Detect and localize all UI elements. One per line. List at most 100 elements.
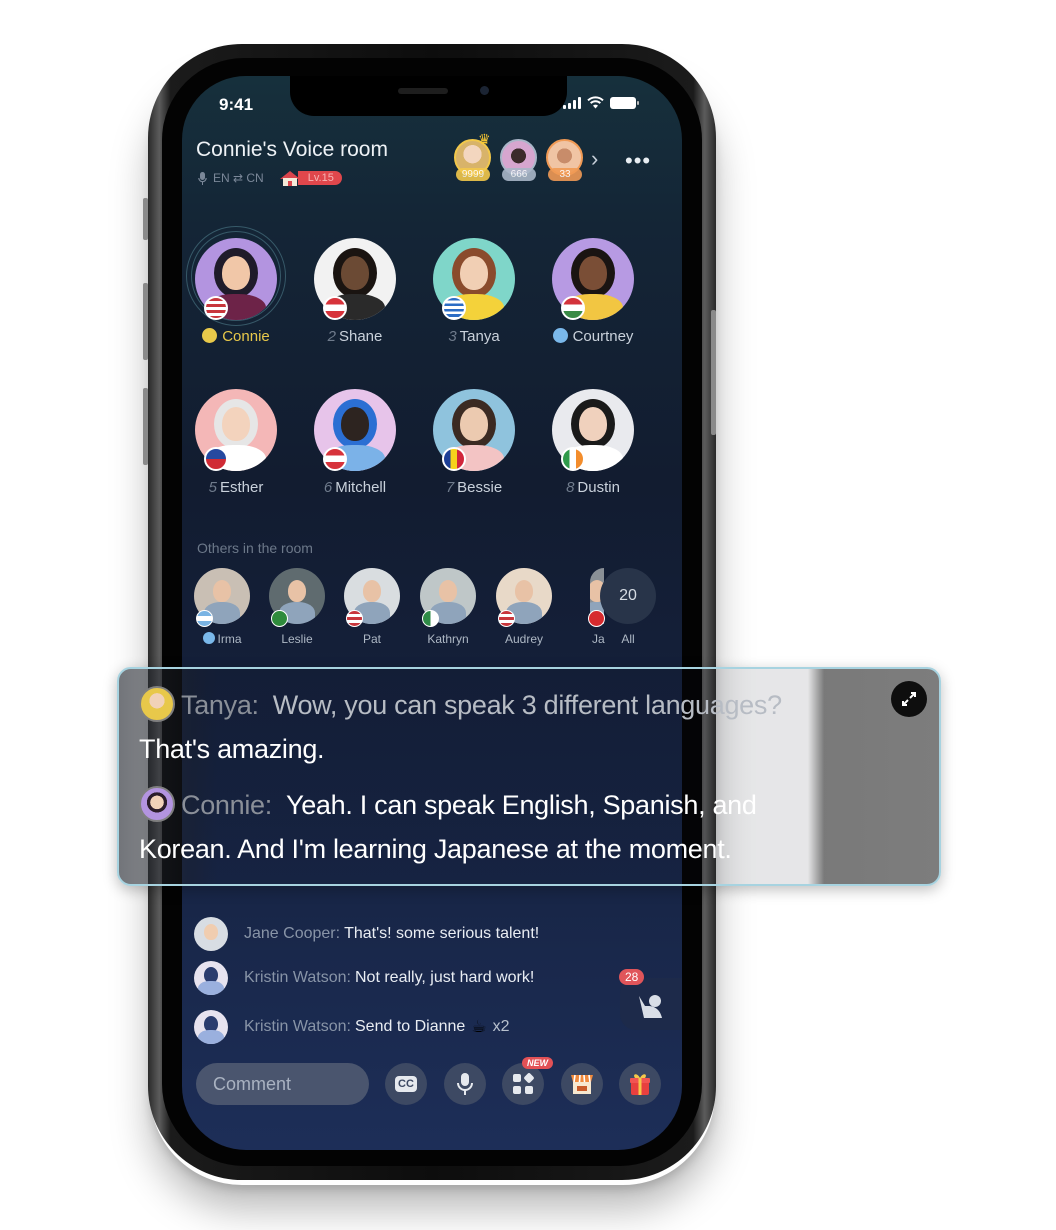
flag-li-icon bbox=[204, 447, 228, 471]
seat-number: 3 bbox=[448, 328, 457, 345]
captions-button[interactable]: CC bbox=[385, 1063, 427, 1105]
flag-ro-icon bbox=[442, 447, 466, 471]
chat-text: That's! some serious talent! bbox=[344, 925, 540, 942]
member-name-label: Audrey bbox=[486, 632, 562, 646]
microphone-button[interactable] bbox=[444, 1063, 486, 1105]
store-button[interactable] bbox=[561, 1063, 603, 1105]
speaker-name: Dustin bbox=[577, 479, 620, 496]
room-member[interactable]: Irma bbox=[184, 568, 260, 646]
caption-text-cont: That's amazing. bbox=[139, 734, 325, 764]
chat-user[interactable]: Jane Cooper: bbox=[244, 925, 340, 943]
speaker-name: Mitchell bbox=[335, 479, 387, 496]
speaker-seat[interactable]: 6 Mitchell bbox=[300, 389, 410, 496]
view-all-members-button[interactable]: 20 All bbox=[590, 568, 666, 646]
cc-icon: CC bbox=[395, 1076, 417, 1092]
speaker-name: Esther bbox=[219, 479, 264, 496]
chat-avatar bbox=[194, 1010, 228, 1044]
flag-at-icon bbox=[323, 296, 347, 320]
room-level-badge: Lv.15 bbox=[278, 170, 342, 186]
status-icons bbox=[563, 96, 639, 109]
speaker-seat[interactable]: 8 Dustin bbox=[538, 389, 648, 496]
top-fan-2[interactable]: 666 bbox=[500, 139, 538, 181]
gift-count: x2 bbox=[492, 1018, 510, 1035]
caption-line-connie: Connie: Yeah. I can speak English, Spanis… bbox=[139, 783, 869, 871]
coffee-gift-icon: ☕ bbox=[471, 1017, 487, 1036]
expand-icon bbox=[902, 692, 916, 706]
status-time: 9:41 bbox=[219, 95, 254, 114]
caption-text: Yeah. I can speak English, Spanish, and bbox=[285, 790, 757, 820]
volume-down-button bbox=[143, 388, 148, 465]
room-member[interactable]: Kathryn bbox=[410, 568, 486, 646]
caption-speaker: Tanya: bbox=[181, 690, 259, 720]
member-count: 20 bbox=[600, 568, 656, 624]
seat-number: 8 bbox=[566, 479, 575, 496]
more-options-icon[interactable]: ••• bbox=[625, 148, 651, 174]
top-fan-3[interactable]: 33 bbox=[546, 139, 584, 181]
wifi-icon bbox=[587, 96, 604, 109]
flag-at-icon bbox=[323, 447, 347, 471]
microphone-icon bbox=[457, 1073, 473, 1095]
speaker-seat[interactable]: 3 Tanya bbox=[419, 238, 529, 345]
volume-up-button bbox=[143, 283, 148, 360]
all-label: All bbox=[621, 632, 635, 646]
comment-input[interactable]: Comment bbox=[196, 1063, 369, 1105]
fan-count: 9999 bbox=[456, 168, 490, 181]
room-member[interactable]: Pat bbox=[334, 568, 410, 646]
speaker-seat[interactable]: Connie bbox=[181, 226, 291, 345]
member-name: Audrey bbox=[504, 632, 544, 646]
others-section-title: Others in the room bbox=[197, 540, 313, 556]
room-member[interactable]: Leslie bbox=[259, 568, 335, 646]
chevron-right-icon[interactable]: › bbox=[591, 146, 598, 172]
front-camera bbox=[480, 86, 489, 95]
member-name-label: Pat bbox=[334, 632, 410, 646]
top-fan-1[interactable]: ♛ 9999 bbox=[454, 131, 492, 181]
speaker-name: Courtney bbox=[572, 328, 634, 345]
chat-avatar bbox=[194, 961, 228, 995]
power-button bbox=[711, 310, 716, 435]
house-icon bbox=[279, 171, 300, 186]
caption-text: Wow, you can speak 3 different languages… bbox=[272, 690, 782, 720]
gift-icon bbox=[630, 1074, 650, 1095]
raise-hand-icon bbox=[639, 995, 662, 1018]
member-name-label: Kathryn bbox=[410, 632, 486, 646]
seat-number: 2 bbox=[327, 328, 336, 345]
chat-text: Not really, just hard work! bbox=[355, 969, 535, 986]
chat-user[interactable]: Kristin Watson: bbox=[244, 969, 351, 987]
expand-caption-button[interactable] bbox=[891, 681, 927, 717]
mic-icon bbox=[198, 171, 207, 185]
flag-hu-icon bbox=[561, 296, 585, 320]
chat-message: Kristin Watson: Not really, just hard wo… bbox=[194, 961, 534, 995]
admin-badge-icon bbox=[202, 632, 215, 644]
chat-user[interactable]: Kristin Watson: bbox=[244, 1018, 351, 1036]
battery-icon bbox=[610, 96, 639, 109]
apps-button[interactable] bbox=[502, 1063, 544, 1105]
room-member[interactable]: Audrey bbox=[486, 568, 562, 646]
member-name: Pat bbox=[362, 632, 381, 646]
admin-badge-icon bbox=[552, 328, 568, 343]
room-subtitle: EN ⇄ CN Lv.15 bbox=[198, 170, 342, 186]
speaker-name-label: 6 Mitchell bbox=[300, 479, 410, 496]
raise-hand-count: 28 bbox=[619, 969, 645, 985]
chat-text: Send to Dianne bbox=[355, 1018, 466, 1035]
language-pair: EN ⇄ CN bbox=[213, 171, 264, 185]
seat-number: 6 bbox=[323, 479, 333, 496]
speaker-seat[interactable]: 5 Esther bbox=[181, 389, 291, 496]
speaker-name: Tanya bbox=[459, 328, 500, 345]
speaker-name: Shane bbox=[338, 328, 383, 345]
earpiece bbox=[398, 88, 448, 94]
speaker-seat[interactable]: 7 Bessie bbox=[419, 389, 529, 496]
gift-button[interactable] bbox=[619, 1063, 661, 1105]
apps-grid-icon bbox=[513, 1073, 534, 1094]
fan-count: 666 bbox=[502, 168, 536, 181]
speaker-name-label: Courtney bbox=[538, 328, 648, 345]
raise-hand-button[interactable] bbox=[620, 978, 682, 1030]
top-fans[interactable]: ♛ 9999 666 33 bbox=[454, 131, 584, 181]
speaker-seat[interactable]: 2 Shane bbox=[300, 238, 410, 345]
speaker-name-label: Connie bbox=[181, 328, 291, 345]
speaker-seat[interactable]: Courtney bbox=[538, 238, 648, 345]
speaker-name-label: 5 Esther bbox=[181, 479, 291, 496]
speaker-name-label: 8 Dustin bbox=[538, 479, 648, 496]
caption-avatar bbox=[139, 786, 175, 822]
level-label: Lv.15 bbox=[297, 171, 342, 185]
member-name-label: Leslie bbox=[259, 632, 335, 646]
